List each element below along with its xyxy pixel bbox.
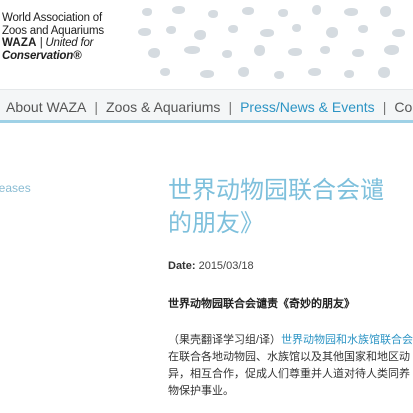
animal-icon <box>184 46 200 54</box>
nav-separator: | <box>228 99 233 115</box>
article-subheading: 世界动物园联合会谴责《奇妙的朋友》 <box>168 298 355 310</box>
animal-icon <box>228 25 238 33</box>
animal-icon <box>194 30 206 40</box>
logo-tagline: | United for <box>36 37 94 49</box>
animal-icon <box>292 24 301 32</box>
animal-icon <box>142 8 152 16</box>
animal-icon <box>358 25 368 33</box>
article-title-line-2: 的朋友》 <box>168 209 264 237</box>
animal-icon <box>380 6 391 17</box>
animal-icon <box>238 67 249 77</box>
logo-line-2: Zoos and Aquariums <box>2 24 104 37</box>
sidebar-press-releases-link[interactable]: leases <box>0 181 31 195</box>
animal-icon <box>308 68 321 76</box>
animal-icon <box>320 46 330 54</box>
waza-logo[interactable]: World Association of Zoos and Aquariums … <box>2 12 132 62</box>
article-title: 世界动物园联合会谴 的朋友》 <box>168 174 413 240</box>
site-header: World Association of Zoos and Aquariums … <box>0 0 413 89</box>
animal-icon <box>166 26 176 34</box>
article-body: （果壳翻译学习组/译）世界动物园和水族馆联合会 在联合各地动物园、水族馆以及其他… <box>168 332 413 400</box>
animal-icon <box>260 29 274 37</box>
animal-icon <box>278 9 288 17</box>
nav-about-waza[interactable]: About WAZA <box>6 99 86 115</box>
body-line-1: （果壳翻译学习组/译）世界动物园和水族馆联合会 <box>168 332 413 349</box>
animal-icon <box>344 70 354 78</box>
animal-icon <box>326 27 338 38</box>
animal-icon <box>274 71 284 79</box>
animal-icon <box>378 67 390 78</box>
animal-icon <box>160 68 170 76</box>
logo-waza: WAZA <box>2 37 37 49</box>
article-title-line-1: 世界动物园联合会谴 <box>168 176 384 204</box>
date-value: 2015/03/18 <box>198 260 254 272</box>
animal-icon <box>172 6 185 14</box>
translator-credit: （果壳翻译学习组/译） <box>168 334 282 346</box>
animal-icon <box>384 45 399 55</box>
nav-zoos-aquariums[interactable]: Zoos & Aquariums <box>106 99 220 115</box>
animal-icon <box>200 70 214 78</box>
animal-icon <box>208 10 218 18</box>
animal-icon <box>242 7 254 15</box>
animal-icon <box>352 49 364 57</box>
animal-icon <box>288 48 302 56</box>
logo-line-3: WAZA | United for <box>2 37 132 50</box>
animal-icon <box>392 29 405 37</box>
body-line-2: 在联合各地动物园、水族馆以及其他国家和地区动 <box>168 351 410 363</box>
waza-link[interactable]: 世界动物园和水族馆联合会 <box>281 334 413 346</box>
main-nav: About WAZA | Zoos & Aquariums | Press/News &… <box>0 89 413 123</box>
nav-separator: | <box>382 99 387 115</box>
animal-icon <box>148 48 160 58</box>
nav-press-news-events[interactable]: Press/News & Events <box>240 99 375 115</box>
animal-icon <box>254 45 265 56</box>
animal-icon <box>312 5 321 15</box>
animal-icon <box>344 8 358 16</box>
nav-separator: | <box>94 99 99 115</box>
body-line-3: 异，相互合作，促成人们尊重并人道对待人类同养 <box>168 368 410 380</box>
animal-icon <box>222 50 232 58</box>
nav-conservation[interactable]: Cons <box>394 99 413 115</box>
animal-icon <box>138 28 151 36</box>
article-date: Date: 2015/03/18 <box>168 260 254 272</box>
animal-silhouettes-banner <box>130 0 413 89</box>
logo-line-4: Conservation® <box>2 49 82 62</box>
body-line-4: 物保护事业。 <box>168 385 234 397</box>
logo-line-1: World Association of <box>2 12 102 24</box>
date-label: Date: <box>168 260 196 272</box>
